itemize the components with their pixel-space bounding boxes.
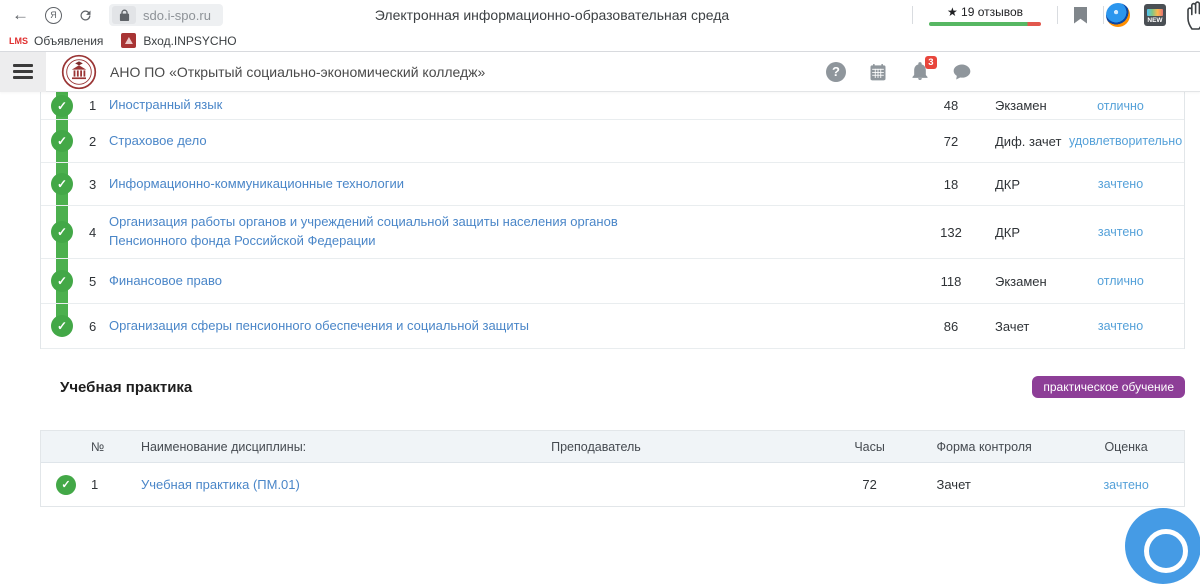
course-link[interactable]: Финансовое право — [109, 273, 222, 288]
practice-hours: 72 — [830, 477, 910, 492]
course-form: ДКР — [981, 225, 1069, 240]
course-hours: 86 — [921, 319, 981, 334]
lms-favicon: LMS — [9, 36, 28, 46]
grade-link[interactable]: отлично — [1097, 274, 1144, 288]
new-badge-label: NEW — [1147, 17, 1162, 24]
toolbar-extensions: ★ 19 отзывов NEW — [912, 0, 1200, 30]
course-hours: 118 — [921, 274, 981, 289]
course-link[interactable]: Страховое дело — [109, 133, 207, 148]
refresh-icon[interactable] — [78, 8, 93, 23]
profile-icon[interactable]: Я — [45, 7, 62, 24]
course-hours: 48 — [921, 98, 981, 113]
course-form: Экзамен — [981, 274, 1069, 289]
course-number: 1 — [89, 98, 105, 113]
course-number: 6 — [89, 319, 105, 334]
grade-link[interactable]: отлично — [1097, 99, 1144, 113]
calendar-icon[interactable] — [868, 62, 888, 82]
course-link[interactable]: Информационно-коммуникационные технологи… — [109, 176, 404, 191]
extension-icon[interactable] — [1106, 3, 1130, 27]
page-title: Электронная информационно-образовательна… — [375, 7, 729, 23]
header-num: № — [91, 440, 111, 454]
header-name: Наименование дисциплины: — [111, 440, 466, 454]
course-form: Диф. зачет — [981, 134, 1069, 149]
header-actions: ? 3 — [826, 61, 972, 82]
bookmark-item[interactable]: Вход.INPSYCHO — [143, 34, 236, 48]
course-form: Зачет — [981, 319, 1069, 334]
hamburger-icon — [13, 64, 33, 67]
check-icon: ✓ — [51, 270, 73, 292]
section-title: Учебная практика — [60, 379, 192, 396]
star-icon: ★ — [947, 5, 958, 19]
app-header: АНО ПО «Открытый социально-экономический… — [0, 52, 1200, 92]
bookmarks-bar: LMS Объявления Вход.INPSYCHO — [0, 30, 1200, 52]
new-extension-icon[interactable]: NEW — [1144, 4, 1166, 26]
divider — [1103, 6, 1104, 24]
header-form: Форма контроля — [910, 440, 1069, 454]
course-form: ДКР — [981, 177, 1069, 192]
check-icon: ✓ — [51, 95, 73, 117]
course-link[interactable]: Организация сферы пенсионного обеспечени… — [109, 318, 529, 333]
chat-widget-button[interactable] — [1125, 508, 1200, 584]
practice-number: 1 — [91, 477, 111, 492]
back-icon[interactable]: ← — [12, 5, 29, 25]
course-row: ✓ 2 Страховое дело 72 Диф. зачет удовлет… — [41, 120, 1184, 163]
reviews-rating-bar — [929, 22, 1041, 26]
course-hours: 18 — [921, 177, 981, 192]
grade-link[interactable]: зачтено — [1103, 478, 1148, 492]
course-number: 2 — [89, 134, 105, 149]
courses-table: ✓ 1 Иностранный язык 48 Экзамен отлично … — [40, 92, 1185, 349]
table-row: ✓ 1 Учебная практика (ПМ.01) 72 Зачет за… — [41, 463, 1184, 506]
reviews-label: ★ 19 отзывов — [947, 5, 1023, 19]
browser-toolbar: ← Я sdo.i-spo.ru Электронная информацион… — [0, 0, 1200, 30]
course-hours: 72 — [921, 134, 981, 149]
header-hours: Часы — [830, 440, 910, 454]
check-icon: ✓ — [51, 221, 73, 243]
course-row: ✓ 5 Финансовое право 118 Экзамен отлично — [41, 259, 1184, 304]
course-row: ✓ 3 Информационно-коммуникационные техно… — [41, 163, 1184, 206]
course-row: ✓ 4 Организация работы органов и учрежде… — [41, 206, 1184, 259]
url-text: sdo.i-spo.ru — [143, 8, 211, 23]
header-grade: Оценка — [1068, 440, 1184, 454]
practice-link[interactable]: Учебная практика (ПМ.01) — [141, 477, 300, 492]
practice-form: Зачет — [910, 477, 1069, 492]
bookmark-icon[interactable] — [1074, 7, 1087, 24]
messages-icon[interactable] — [952, 62, 972, 82]
menu-button[interactable] — [0, 52, 46, 92]
grade-link[interactable]: зачтено — [1098, 319, 1143, 333]
check-icon: ✓ — [56, 475, 76, 495]
course-number: 3 — [89, 177, 105, 192]
college-logo[interactable] — [61, 54, 97, 90]
course-hours: 132 — [921, 225, 981, 240]
college-name: АНО ПО «Открытый социально-экономический… — [110, 64, 485, 80]
notification-badge: 3 — [925, 56, 937, 69]
practice-type-badge: практическое обучение — [1032, 376, 1185, 398]
course-row: ✓ 1 Иностранный язык 48 Экзамен отлично — [41, 92, 1184, 120]
divider — [1057, 6, 1058, 24]
check-icon: ✓ — [51, 173, 73, 195]
practice-table: № Наименование дисциплины: Преподаватель… — [40, 430, 1185, 507]
course-form: Экзамен — [981, 98, 1069, 113]
practice-section-header: Учебная практика практическое обучение — [40, 376, 1185, 398]
notifications-icon[interactable]: 3 — [910, 61, 930, 82]
inpsycho-favicon — [121, 33, 136, 48]
table-header-row: № Наименование дисциплины: Преподаватель… — [41, 431, 1184, 463]
bookmark-item[interactable]: Объявления — [34, 34, 103, 48]
header-teacher: Преподаватель — [466, 440, 725, 454]
course-link[interactable]: Организация работы органов и учреждений … — [109, 214, 618, 248]
course-link[interactable]: Иностранный язык — [109, 97, 222, 112]
lock-icon[interactable] — [112, 6, 136, 24]
grade-link[interactable]: удовлетворительно — [1069, 134, 1182, 148]
course-row: ✓ 6 Организация сферы пенсионного обеспе… — [41, 304, 1184, 349]
check-icon: ✓ — [51, 315, 73, 337]
check-icon: ✓ — [51, 130, 73, 152]
grade-link[interactable]: зачтено — [1098, 225, 1143, 239]
address-bar[interactable]: sdo.i-spo.ru — [109, 4, 223, 26]
reviews-widget[interactable]: ★ 19 отзывов — [913, 5, 1057, 26]
course-number: 4 — [89, 225, 105, 240]
grade-link[interactable]: зачтено — [1098, 177, 1143, 191]
course-number: 5 — [89, 274, 105, 289]
hand-icon[interactable] — [1186, 0, 1200, 30]
help-icon[interactable]: ? — [826, 62, 846, 82]
